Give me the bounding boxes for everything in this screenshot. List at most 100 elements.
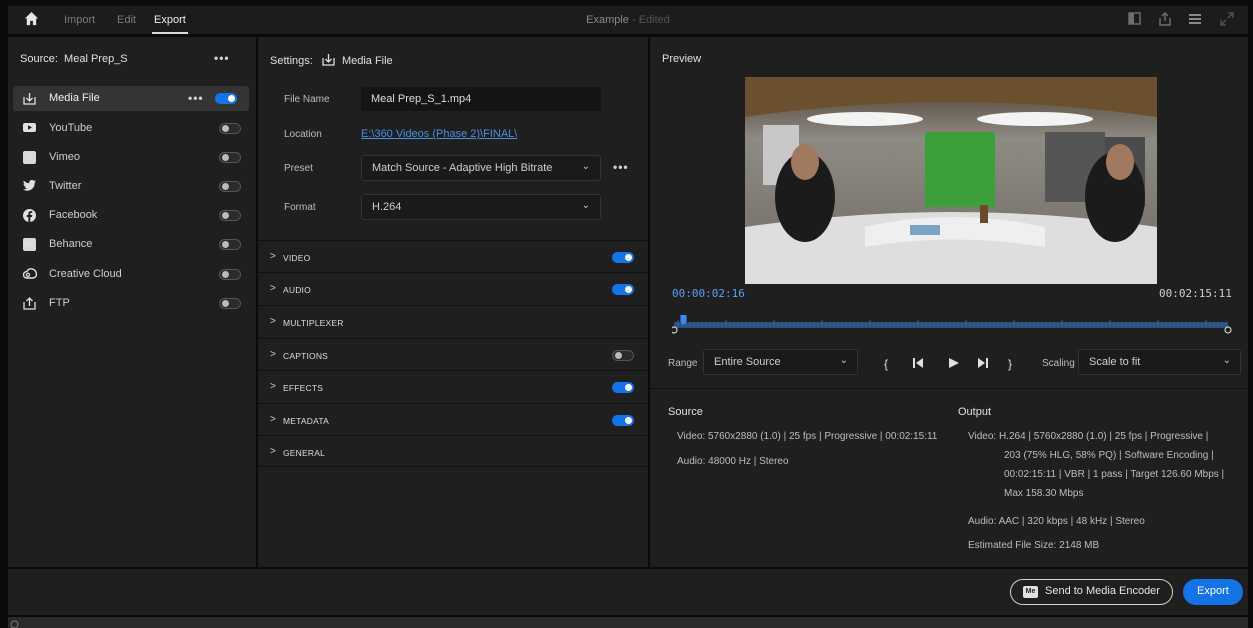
play-icon[interactable] [948,357,960,372]
video-toggle[interactable] [612,252,634,263]
source-more-icon[interactable]: ••• [214,51,230,65]
range-dropdown[interactable]: Entire Source ⌄ [703,349,858,375]
destination-label: Twitter [49,180,82,192]
output-info: Video: H.264 | 5760x2880 (1.0) | 25 fps … [968,427,1224,555]
effects-toggle[interactable] [612,382,634,393]
section-label: AUDIO [283,285,311,295]
chevron-right-icon: > [270,381,276,392]
output-video-line: 203 (75% HLG, 58% PQ) | Software Encodin… [1004,450,1214,461]
status-icon [10,618,19,628]
source-audio-info: Audio: 48000 Hz | Stereo [677,456,789,467]
captions-toggle[interactable] [612,350,634,361]
fullscreen-icon[interactable] [1220,12,1234,26]
ftp-toggle[interactable] [219,298,241,309]
destination-label: YouTube [49,122,93,134]
creative-cloud-toggle[interactable] [219,269,241,280]
timeline-scrubber[interactable] [670,309,1232,337]
settings-panel: Settings: Media File File Name Meal Prep… [258,37,648,567]
chevron-right-icon: > [270,446,276,457]
twitter-toggle[interactable] [219,181,241,192]
edited-status: - Edited [631,14,670,26]
location-link[interactable]: E:\360 Videos (Phase 2)\FINAL\ [361,128,517,140]
step-back-icon[interactable] [912,357,924,372]
scaling-dropdown[interactable]: Scale to fit ⌄ [1078,349,1241,375]
destination-ftp[interactable]: FTP [13,291,249,316]
youtube-toggle[interactable] [219,123,241,134]
media-encoder-icon: Me [1023,586,1038,598]
section-label: CAPTIONS [283,351,329,361]
ftp-icon [23,297,36,310]
current-timecode[interactable]: 00:00:02:16 [672,287,745,300]
facebook-toggle[interactable] [219,210,241,221]
section-captions[interactable]: > CAPTIONS [258,338,648,370]
source-video-info: Video: 5760x2880 (1.0) | 25 fps | Progre… [677,431,938,442]
destination-twitter[interactable]: Twitter [13,174,249,199]
format-value: H.264 [372,201,402,213]
vimeo-toggle[interactable] [219,152,241,163]
output-audio-info: Audio: AAC | 320 kbps | 48 kHz | Stereo [968,516,1145,527]
section-multiplexer[interactable]: > MULTIPLEXER [258,305,648,337]
export-button[interactable]: Export [1183,579,1243,605]
format-dropdown[interactable]: H.264 ⌄ [361,194,601,220]
preset-value: Match Source - Adaptive High Bitrate [372,162,553,174]
mark-out-icon[interactable]: } [1008,357,1012,371]
source-header: Source: Meal Prep_S [20,53,128,65]
media-file-icon [23,92,36,105]
duration-timecode: 00:02:15:11 [1159,287,1232,300]
file-name-field[interactable]: Meal Prep_S_1.mp4 [361,87,601,111]
source-name: Meal Prep_S [64,53,128,65]
share-icon[interactable] [1158,12,1172,26]
status-strip [8,617,1248,628]
section-metadata[interactable]: > METADATA [258,403,648,435]
source-info-heading: Source [668,406,703,418]
section-label: GENERAL [283,448,326,458]
vimeo-icon: V [23,151,36,164]
send-to-media-encoder-button[interactable]: Me Send to Media Encoder [1010,579,1173,605]
destination-label: Behance [49,238,93,250]
behance-toggle[interactable] [219,239,241,250]
destination-behance[interactable]: Bē Behance [13,232,249,257]
settings-target: Media File [341,55,393,67]
mark-in-icon[interactable]: { [884,357,888,371]
section-general[interactable]: > GENERAL [258,435,648,467]
preset-more-icon[interactable]: ••• [613,160,629,174]
chevron-down-icon: ⌄ [1222,355,1231,366]
metadata-toggle[interactable] [612,415,634,426]
section-effects[interactable]: > EFFECTS [258,370,648,402]
divider [650,388,1248,389]
chevron-right-icon: > [270,251,276,262]
preset-dropdown[interactable]: Match Source - Adaptive High Bitrate ⌄ [361,155,601,181]
destination-media-file[interactable]: Media File ••• [13,86,249,111]
media-file-icon [322,53,335,69]
destination-facebook[interactable]: Facebook [13,203,249,228]
output-info-heading: Output [958,406,992,418]
section-video[interactable]: > VIDEO [258,240,648,272]
project-name: Example [586,14,629,26]
range-label: Range [668,358,698,369]
step-forward-icon[interactable] [977,357,989,372]
audio-toggle[interactable] [612,284,634,295]
destinations-panel: Source: Meal Prep_S ••• Media File ••• Y… [8,37,256,567]
destination-youtube[interactable]: YouTube [13,116,249,141]
youtube-icon [23,122,36,135]
chevron-down-icon: ⌄ [581,161,590,172]
chevron-right-icon: > [270,283,276,294]
destination-creative-cloud[interactable]: Creative Cloud [13,262,249,287]
settings-label: Settings: [270,55,313,67]
estimated-file-size: Estimated File Size: 2148 MB [968,540,1100,551]
scaling-value: Scale to fit [1089,356,1141,368]
output-video-line: 00:02:15:11 | VBR | 1 pass | Target 126.… [1004,469,1225,480]
layout-icon[interactable] [1128,12,1142,26]
destination-vimeo[interactable]: V Vimeo [13,145,249,170]
send-to-media-encoder-label: Send to Media Encoder [1045,585,1160,597]
media-file-toggle[interactable] [215,93,237,104]
location-label: Location [284,129,322,140]
media-file-more-icon[interactable]: ••• [188,91,204,105]
video-preview [745,77,1157,284]
menu-icon[interactable] [1188,12,1202,26]
destination-label: Creative Cloud [49,268,122,280]
range-value: Entire Source [714,356,781,368]
output-video-line: Max 158.30 Mbps [1004,488,1084,499]
section-audio[interactable]: > AUDIO [258,272,648,304]
behance-icon: Bē [23,238,36,251]
